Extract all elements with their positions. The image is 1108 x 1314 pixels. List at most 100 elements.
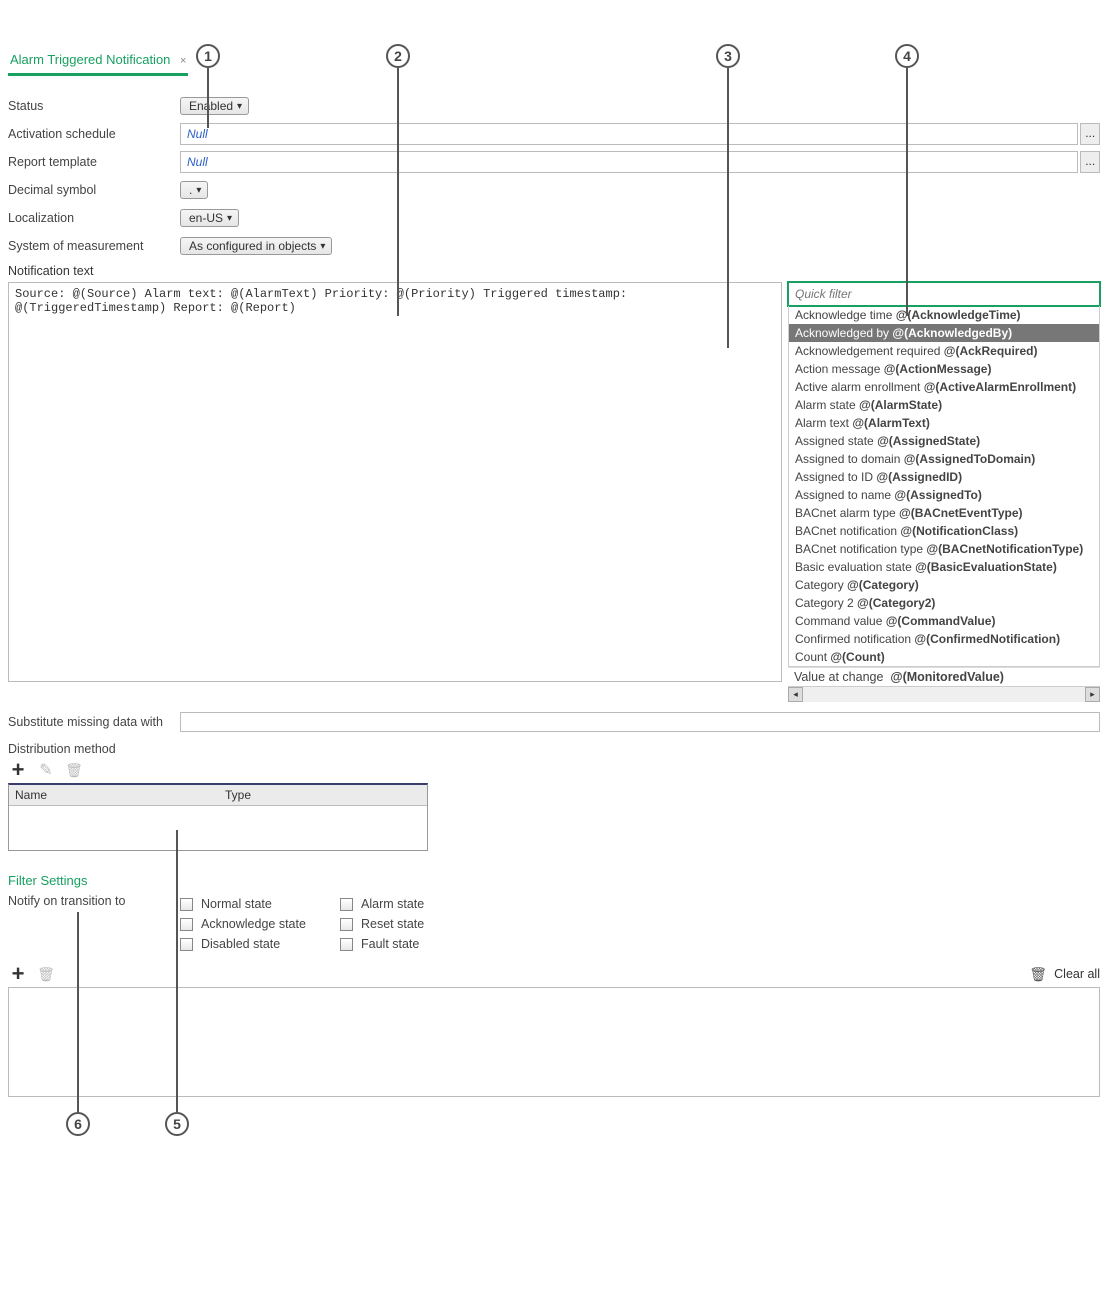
callout-4: 4 — [895, 44, 919, 68]
substitution-item[interactable]: Alarm text @(AlarmText) — [789, 414, 1099, 432]
distribution-body[interactable] — [9, 806, 427, 850]
sub-token: @(AssignedTo) — [894, 488, 981, 502]
checkbox-label: Reset state — [361, 917, 424, 931]
checkbox-icon[interactable] — [340, 918, 353, 931]
activation-browse-button[interactable]: ... — [1080, 123, 1100, 145]
callout-line-2 — [397, 68, 399, 316]
sub-token: @(BACnetEventType) — [899, 506, 1023, 520]
substitution-item[interactable]: BACnet notification @(NotificationClass) — [789, 522, 1099, 540]
checkbox-icon[interactable] — [340, 938, 353, 951]
callout-6: 6 — [66, 1112, 90, 1136]
sub-token: @(Category) — [847, 578, 919, 592]
substitution-item[interactable]: Assigned to name @(AssignedTo) — [789, 486, 1099, 504]
sub-label: Active alarm enrollment — [795, 380, 924, 394]
status-label: Status — [8, 99, 180, 113]
add-filter-button[interactable] — [8, 964, 28, 984]
checkbox-icon[interactable] — [180, 938, 193, 951]
som-label: System of measurement — [8, 239, 180, 253]
substitution-item[interactable]: Confirmed notification @(ConfirmedNotifi… — [789, 630, 1099, 648]
filter-list[interactable] — [8, 987, 1100, 1097]
sub-token: @(BasicEvaluationState) — [915, 560, 1057, 574]
som-select[interactable]: As configured in objects — [180, 237, 332, 255]
sub-label: Count — [795, 650, 830, 664]
transition-option[interactable]: Normal state — [180, 894, 340, 914]
callout-2: 2 — [386, 44, 410, 68]
callout-3: 3 — [716, 44, 740, 68]
notify-transition-label: Notify on transition to — [8, 894, 180, 954]
checkbox-icon[interactable] — [340, 898, 353, 911]
tab-title: Alarm Triggered Notification — [10, 52, 170, 67]
substitution-item[interactable]: BACnet alarm type @(BACnetEventType) — [789, 504, 1099, 522]
status-select[interactable]: Enabled — [180, 97, 249, 115]
sub-label: Confirmed notification — [795, 632, 914, 646]
substitution-item[interactable]: Assigned state @(AssignedState) — [789, 432, 1099, 450]
substitution-item[interactable]: Active alarm enrollment @(ActiveAlarmEnr… — [789, 378, 1099, 396]
quick-filter-input[interactable] — [788, 282, 1100, 306]
report-input[interactable] — [180, 151, 1078, 173]
sub-token: @(MonitoredValue) — [890, 670, 1004, 684]
substitution-item-fixed[interactable]: Value at change @(MonitoredValue) — [788, 667, 1100, 686]
checkbox-icon[interactable] — [180, 898, 193, 911]
substitution-item[interactable]: Command value @(CommandValue) — [789, 612, 1099, 630]
substitution-list[interactable]: Acknowledge time @(AcknowledgeTime)Ackno… — [788, 306, 1100, 667]
checkbox-label: Disabled state — [201, 937, 280, 951]
sub-label: Acknowledgement required — [795, 344, 944, 358]
substitution-item[interactable]: Assigned to domain @(AssignedToDomain) — [789, 450, 1099, 468]
substitution-item[interactable]: Acknowledgement required @(AckRequired) — [789, 342, 1099, 360]
substitution-item[interactable]: Assigned to ID @(AssignedID) — [789, 468, 1099, 486]
sub-token: @(NotificationClass) — [900, 524, 1018, 538]
sub-label: BACnet notification — [795, 524, 900, 538]
clear-all-button[interactable]: Clear all — [1028, 964, 1100, 984]
scroll-track[interactable] — [804, 689, 1084, 701]
dist-label: Distribution method — [8, 742, 1100, 756]
callout-line-4 — [906, 68, 908, 316]
substitution-item[interactable]: Acknowledge time @(AcknowledgeTime) — [789, 306, 1099, 324]
substitution-item[interactable]: Action message @(ActionMessage) — [789, 360, 1099, 378]
tab-alarm-notification[interactable]: Alarm Triggered Notification × — [8, 48, 188, 76]
substitution-item[interactable]: Alarm state @(AlarmState) — [789, 396, 1099, 414]
substitution-item[interactable]: Acknowledged by @(AcknowledgedBy) — [789, 324, 1099, 342]
sub-token: @(AssignedState) — [877, 434, 980, 448]
activation-input[interactable] — [180, 123, 1078, 145]
sub-label: Assigned state — [795, 434, 877, 448]
sub-token: @(ActiveAlarmEnrollment) — [924, 380, 1076, 394]
sub-label: Alarm state — [795, 398, 859, 412]
substitution-item[interactable]: Category 2 @(Category2) — [789, 594, 1099, 612]
substitution-item[interactable]: Basic evaluation state @(BasicEvaluation… — [789, 558, 1099, 576]
transition-option[interactable]: Reset state — [340, 914, 480, 934]
sub-token: @(ConfirmedNotification) — [914, 632, 1060, 646]
clear-all-label: Clear all — [1054, 967, 1100, 981]
substitution-item[interactable]: BACnet notification type @(BACnetNotific… — [789, 540, 1099, 558]
notification-text-area[interactable]: Source: @(Source) Alarm text: @(AlarmTex… — [8, 282, 782, 682]
sub-token: @(AssignedToDomain) — [904, 452, 1035, 466]
transition-option[interactable]: Fault state — [340, 934, 480, 954]
sub-label: Alarm text — [795, 416, 852, 430]
close-icon[interactable]: × — [180, 55, 186, 67]
missing-input[interactable] — [180, 712, 1100, 732]
decimal-select[interactable]: . — [180, 181, 208, 199]
substitution-scrollbar[interactable]: ◂ ▸ — [788, 686, 1100, 702]
sub-label: Basic evaluation state — [795, 560, 915, 574]
sub-token: @(AlarmText) — [852, 416, 930, 430]
transition-option[interactable]: Alarm state — [340, 894, 480, 914]
substitution-item[interactable]: Category @(Category) — [789, 576, 1099, 594]
scroll-right-icon[interactable]: ▸ — [1085, 687, 1100, 702]
checkbox-icon[interactable] — [180, 918, 193, 931]
sub-label: Action message — [795, 362, 884, 376]
callout-line-3 — [727, 68, 729, 348]
transition-option[interactable]: Disabled state — [180, 934, 340, 954]
callout-line-5 — [176, 830, 178, 1112]
substitution-item[interactable]: Count @(Count) — [789, 648, 1099, 666]
distribution-table[interactable]: Name Type — [8, 783, 428, 851]
transition-option[interactable]: Acknowledge state — [180, 914, 340, 934]
scroll-left-icon[interactable]: ◂ — [788, 687, 803, 702]
sub-label: BACnet notification type — [795, 542, 926, 556]
localization-select[interactable]: en-US — [180, 209, 239, 227]
report-browse-button[interactable]: ... — [1080, 151, 1100, 173]
checkbox-label: Fault state — [361, 937, 419, 951]
sub-token: @(AssignedID) — [876, 470, 962, 484]
add-distribution-button[interactable] — [8, 760, 28, 780]
sub-label: Assigned to name — [795, 488, 894, 502]
missing-label: Substitute missing data with — [8, 715, 180, 729]
sub-token: @(Count) — [830, 650, 884, 664]
